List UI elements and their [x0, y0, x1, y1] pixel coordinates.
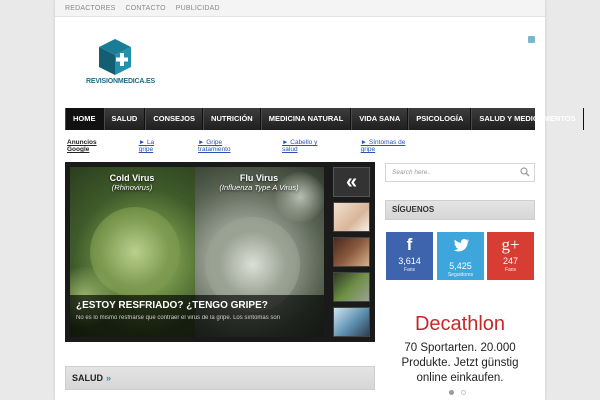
ad-link-gripe[interactable]: ► La gripe: [139, 139, 168, 153]
ad-copy[interactable]: 70 Sportarten. 20.000 Produkte. Jetzt gü…: [385, 341, 535, 386]
ad-dot-2[interactable]: [461, 390, 466, 395]
search-placeholder: Search here..: [392, 169, 432, 176]
slider-thumbnails: «: [333, 167, 370, 337]
googleplus-unit: Fans: [504, 267, 517, 273]
section-title: SALUD: [72, 373, 103, 383]
facebook-icon: f: [406, 235, 413, 254]
nav-item-salud[interactable]: SALUD: [103, 108, 146, 130]
thumbnail-baby[interactable]: [333, 202, 370, 232]
topbar-link-publicidad[interactable]: PUBLICIDAD: [176, 5, 220, 12]
googleplus-counter[interactable]: g+ 247 Fans: [487, 232, 534, 280]
ad-brand[interactable]: Decathlon: [385, 313, 535, 336]
featured-slider: Cold Virus (Rhinovirus) Flu Virus (Influ…: [65, 162, 375, 342]
facebook-unit: Fans: [403, 267, 416, 273]
ad-link-gripe-tratamiento[interactable]: ► Gripe tratamiento: [198, 139, 252, 153]
twitter-unit: Seguidores: [447, 272, 474, 278]
nav-item-vida-sana[interactable]: VIDA SANA: [351, 108, 409, 130]
twitter-icon: [453, 238, 469, 252]
section-arrows-icon: »: [106, 373, 112, 383]
googleplus-icon: g+: [501, 235, 520, 254]
slide-caption: ¿ESTOY RESFRIADO? ¿TENGO GRIPE? No es lo…: [70, 295, 324, 337]
featured-slide[interactable]: Cold Virus (Rhinovirus) Flu Virus (Influ…: [70, 167, 324, 337]
ad-link-sintomas-gripe[interactable]: ► Síntomas de gripe: [361, 139, 417, 153]
ad-dot-1[interactable]: [449, 390, 454, 395]
flu-virus-label: Flu Virus (Influenza Type A Virus): [219, 173, 299, 192]
twitter-counter[interactable]: 5,425 Seguidores: [437, 232, 484, 280]
thumbnail-tablet[interactable]: [333, 307, 370, 337]
nav-item-salud-medicamentos[interactable]: SALUD Y MEDICAMENTOS: [471, 108, 584, 130]
nav-item-nutricion[interactable]: NUTRICIÓN: [203, 108, 261, 130]
ad-link-cabello-salud[interactable]: ► Cabello y salud: [282, 139, 331, 153]
topbar-link-redactores[interactable]: REDACTORES: [65, 5, 116, 12]
main-nav: HOME SALUD CONSEJOS NUTRICIÓN MEDICINA N…: [65, 108, 584, 130]
nav-item-consejos[interactable]: CONSEJOS: [145, 108, 204, 130]
thumbnail-hair[interactable]: [333, 237, 370, 267]
ad-pagination: [449, 390, 473, 395]
nav-item-psicologia[interactable]: PSICOLOGÍA: [408, 108, 472, 130]
search-icon[interactable]: [520, 167, 530, 177]
nav-item-home[interactable]: HOME: [65, 108, 104, 130]
ads-title[interactable]: Anuncios Google: [67, 139, 117, 153]
logo-text[interactable]: REVISIONMEDICA.ES: [86, 78, 155, 85]
section-header-salud[interactable]: SALUD»: [65, 366, 375, 390]
slider-prev-button[interactable]: «: [333, 167, 370, 197]
follow-header: SÍGUENOS: [385, 200, 535, 220]
top-bar: REDACTORES CONTACTO PUBLICIDAD: [55, 0, 545, 17]
search-input[interactable]: Search here..: [385, 163, 535, 182]
slide-excerpt: No es lo mismo resfriarse que contraer e…: [76, 315, 281, 321]
thumbnail-virus[interactable]: [333, 272, 370, 302]
googleplus-count: 247: [502, 256, 519, 266]
facebook-counter[interactable]: f 3,614 Fans: [386, 232, 433, 280]
cold-virus-label: Cold Virus (Rhinovirus): [109, 173, 155, 192]
slide-title[interactable]: ¿ESTOY RESFRIADO? ¿TENGO GRIPE?: [76, 300, 318, 311]
rss-icon[interactable]: [528, 36, 535, 43]
topbar-link-contacto[interactable]: CONTACTO: [126, 5, 166, 12]
google-ads-links: Anuncios Google ► La gripe ► Gripe trata…: [67, 139, 447, 153]
facebook-count: 3,614: [398, 256, 421, 266]
nav-item-medicina-natural[interactable]: MEDICINA NATURAL: [260, 108, 352, 130]
twitter-count: 5,425: [449, 261, 472, 271]
